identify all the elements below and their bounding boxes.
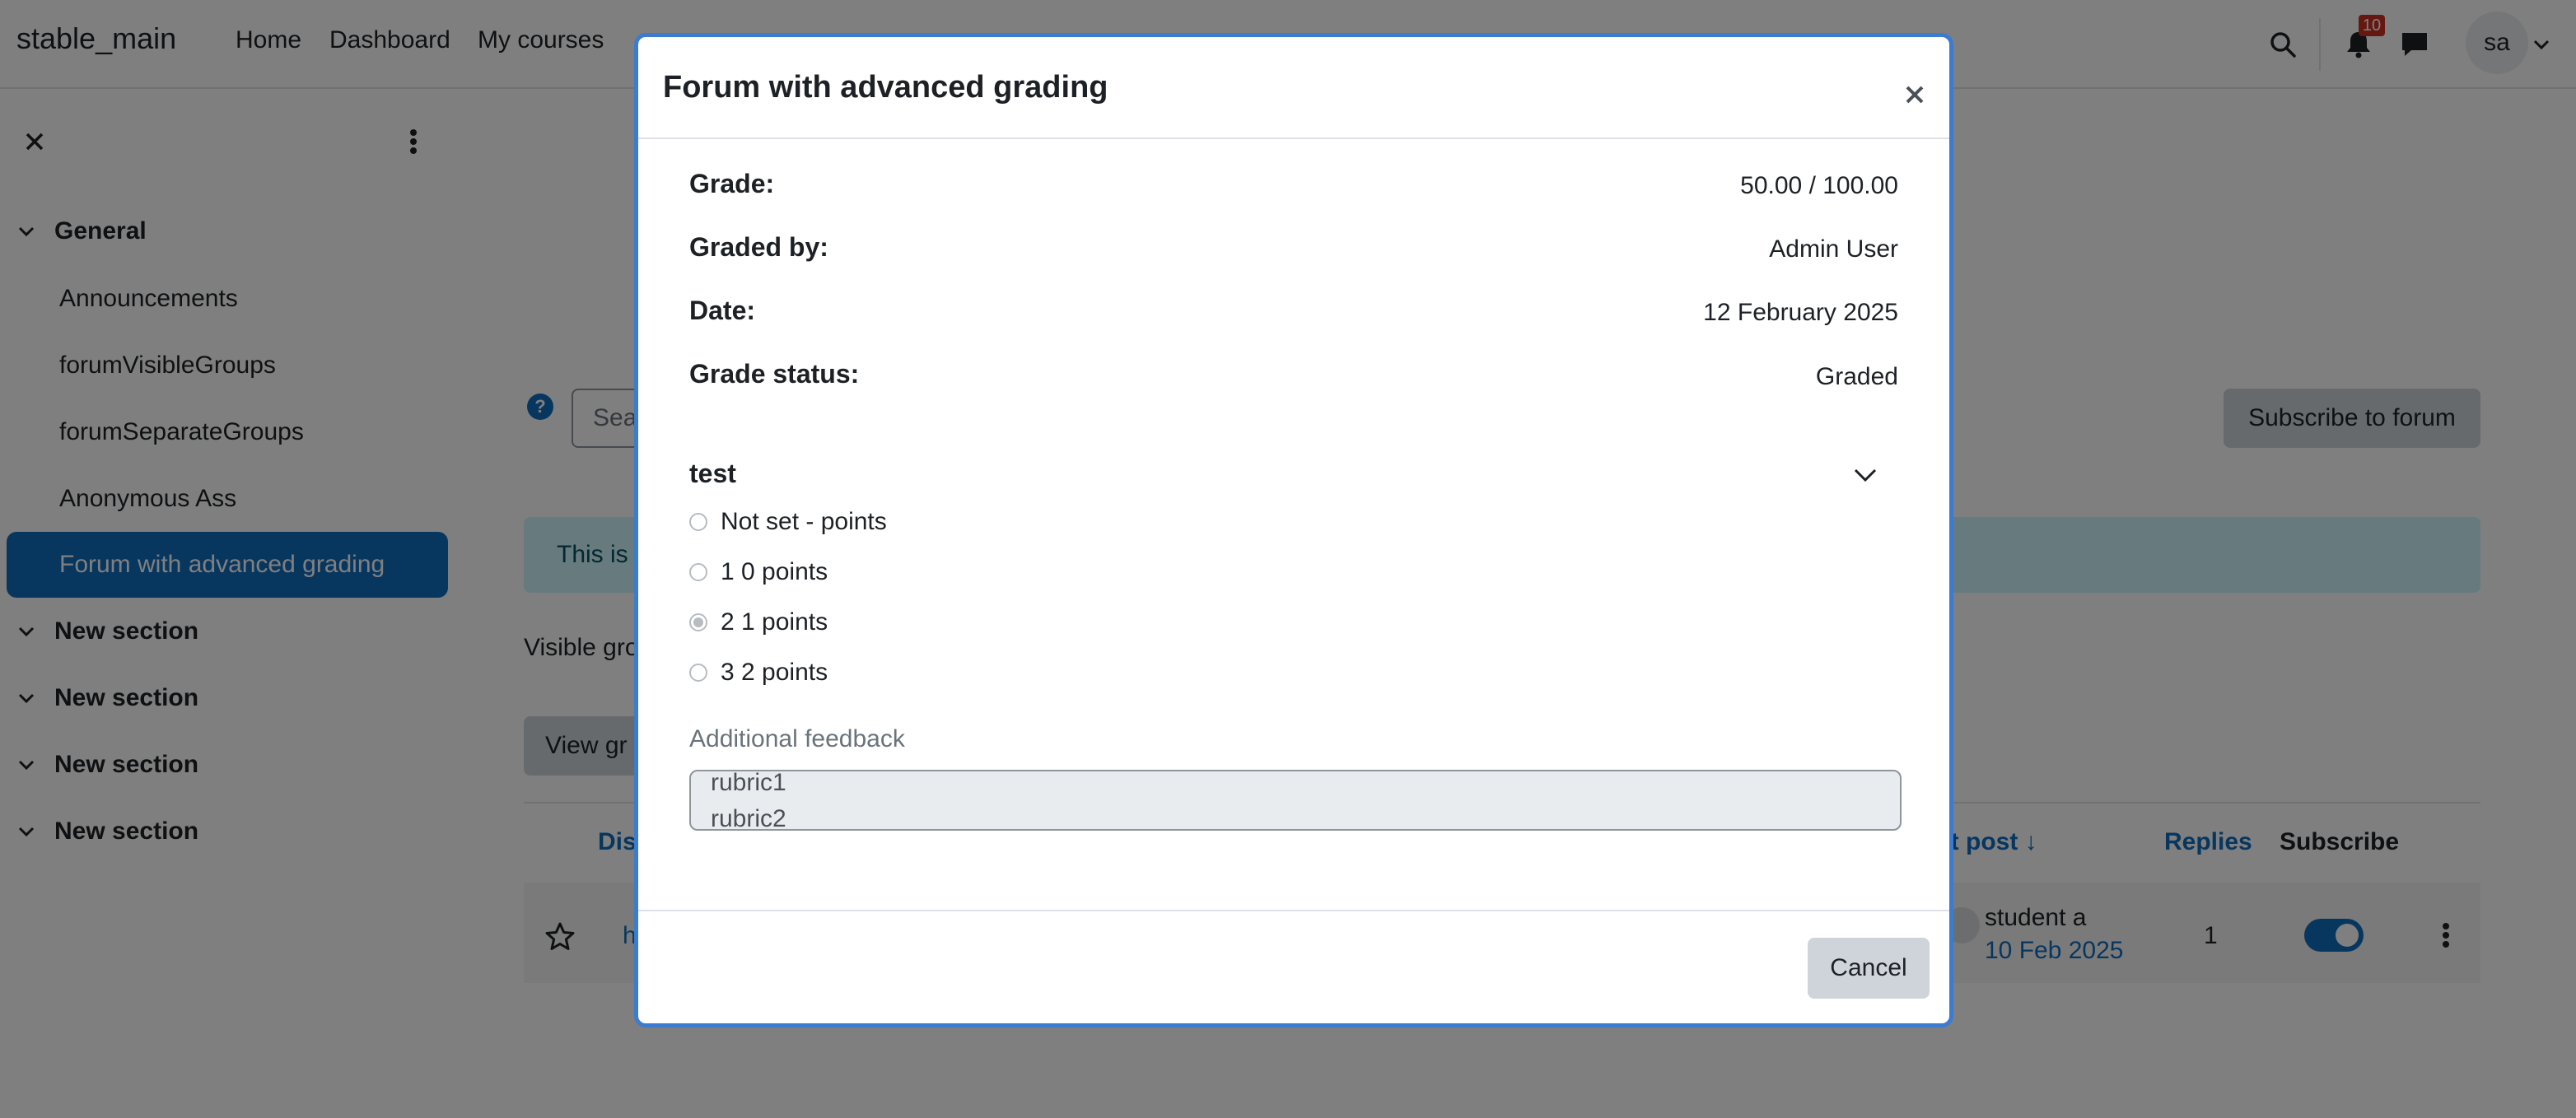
feedback-textarea[interactable]: rubric1 rubric2 [689,770,1902,831]
graded-by-value: Admin User [1769,235,1898,263]
level-option[interactable]: Not set - points [689,508,887,536]
criterion-name: test [689,459,736,488]
level-option-selected[interactable]: 2 1 points [689,608,828,636]
level-label: Not set - points [721,508,887,535]
date-value: 12 February 2025 [1703,299,1898,326]
level-label: 3 2 points [721,659,828,686]
grade-label: Grade: [689,169,775,198]
radio-button[interactable] [689,664,707,682]
cancel-button[interactable]: Cancel [1808,938,1930,999]
level-label: 1 0 points [721,558,828,585]
chevron-down-icon[interactable] [1850,460,1880,490]
grade-modal: Forum with advanced grading Grade: 50.00… [634,33,1953,1027]
feedback-line: rubric1 [711,770,786,796]
grade-value: 50.00 / 100.00 [1740,172,1898,199]
modal-footer-divider [638,910,1949,911]
level-label: 2 1 points [721,608,828,636]
radio-button[interactable] [689,563,707,581]
level-option[interactable]: 3 2 points [689,659,828,687]
graded-by-label: Graded by: [689,232,828,262]
modal-title: Forum with advanced grading [663,70,1108,105]
grade-status-value: Graded [1815,363,1898,390]
radio-button[interactable] [689,513,707,531]
feedback-line: rubric2 [711,805,786,831]
close-icon[interactable] [1898,78,1931,111]
radio-button-checked[interactable] [689,613,707,631]
modal-header-divider [638,137,1949,139]
level-option[interactable]: 1 0 points [689,558,828,586]
date-label: Date: [689,296,756,325]
feedback-label: Additional feedback [689,725,905,752]
grade-status-label: Grade status: [689,359,860,389]
